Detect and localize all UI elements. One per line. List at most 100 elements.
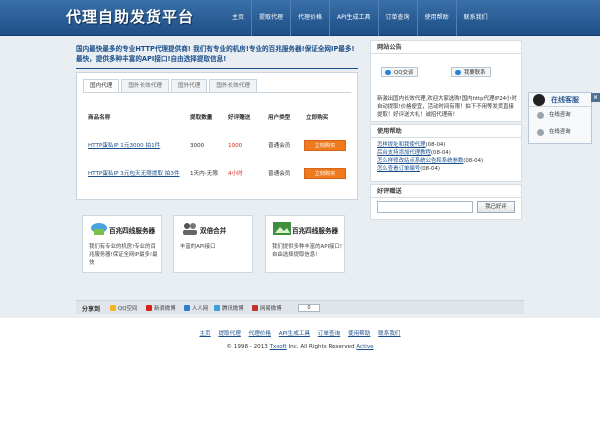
share-netease-weibo[interactable]: 网易微博 <box>252 304 282 312</box>
service-header: 在线客服 × <box>529 93 600 107</box>
service-consult-link[interactable]: 在线咨询 <box>529 124 591 141</box>
col-quantity: 提取数量 <box>190 115 213 121</box>
service-consult-link[interactable]: 在线咨询 <box>529 107 591 124</box>
col-bonus: 好评赠送 <box>228 115 251 121</box>
footer-link-help[interactable]: 使用帮助 <box>348 331 370 337</box>
help-link[interactable]: 怎样提址和我使代理 <box>377 142 426 148</box>
active-link[interactable]: Active <box>356 344 373 350</box>
nav-help[interactable]: 使用帮助 <box>416 0 456 36</box>
feature-desc: 丰富的API接口 <box>180 244 216 250</box>
copyright: © 1998 - 2013 Txsoft Inc. All Rights Res… <box>0 344 600 350</box>
user-type-value: 普通会员 <box>268 171 291 177</box>
feature-desc: 我们有专业的机房!专业的百兆服务器!保证全网IP最多!最快 <box>89 244 158 266</box>
feature-box-merge: 双倍合并 丰富的API接口 <box>173 215 253 273</box>
main-nav: 主页 提取代理 代理价格 API生成工具 订单查询 使用帮助 联系我们 <box>225 0 495 36</box>
service-title: 在线客服 <box>551 96 579 104</box>
review-submit-button[interactable]: 我已好评 <box>477 201 515 213</box>
nav-proxy-price[interactable]: 代理价格 <box>290 0 329 36</box>
image-icon <box>273 222 291 235</box>
nav-get-proxy[interactable]: 提取代理 <box>251 0 290 36</box>
nav-api-tool[interactable]: API生成工具 <box>329 0 378 36</box>
notice-title: 网站公告 <box>371 41 521 54</box>
list-item: 怎样提址和我使代理(08-04) <box>377 141 515 149</box>
site-logo[interactable]: 代理自助发货平台 <box>66 6 194 27</box>
tab-foreign-long-proxy[interactable]: 国外长效代理 <box>121 79 169 93</box>
review-panel: 好评赠送 我已好评 <box>370 184 522 220</box>
help-date: (08-04) <box>425 142 446 148</box>
footer-link-api[interactable]: API生成工具 <box>279 331 310 337</box>
bonus-value: 1000 <box>228 143 243 149</box>
help-link[interactable]: 怎么样修改站点系统公告和系统参数 <box>377 158 463 164</box>
notice-panel: 网站公告 QQ交谈 我要联系 新激出国内长效代理,欢迎大家选购!国内http代理… <box>370 40 522 122</box>
cloud-server-icon <box>91 223 107 235</box>
promo-divider <box>76 68 358 69</box>
share-qzone[interactable]: QQ空间 <box>110 304 137 312</box>
feature-box-server: 百兆四线服务器 我们有专业的机房!专业的百兆服务器!保证全网IP最多!最快 <box>82 215 162 273</box>
buy-now-button[interactable]: 立刻购买 <box>304 140 346 151</box>
company-link[interactable]: Txsoft <box>270 344 287 350</box>
col-buy: 立即购买 <box>306 115 329 121</box>
notice-text: 新激出国内长效代理,欢迎大家选购!国内http代理IP24小时自动提取!价格便宜… <box>377 96 517 118</box>
feature-desc: 我们提供多种丰富的API接口!自由选择提取信息! <box>272 244 342 258</box>
users-icon <box>183 223 197 235</box>
share-bar: 分享到 QQ空间 新浪微博 人人网 腾讯微博 网易微博 0 <box>76 300 524 314</box>
list-item: 后台支持添加代理教程(08-04) <box>377 149 515 157</box>
penguin-icon <box>533 94 545 106</box>
tab-foreign-proxy[interactable]: 国外代理 <box>170 79 208 93</box>
promo-text: 国内最快最多的专业HTTP代理提供商! 我们有专业的机房!专业的百兆服务器!保证… <box>76 45 355 63</box>
product-tab-panel: 国内代理 国外长效代理 国外代理 国外长效代理 <box>76 72 358 200</box>
share-label: 分享到 <box>82 306 101 313</box>
main-content: 国内最快最多的专业HTTP代理提供商! 我们有专业的机房!专业的百兆服务器!保证… <box>76 40 358 202</box>
share-weibo[interactable]: 新浪微博 <box>146 304 176 312</box>
help-date: (08-04) <box>463 158 484 164</box>
help-panel: 使用帮助 怎样提址和我使代理(08-04) 后台支持添加代理教程(08-04) … <box>370 124 522 182</box>
list-item: 怎么查看订单编号(08-04) <box>377 165 515 173</box>
col-user-type: 用户类型 <box>268 115 291 121</box>
footer-link-order[interactable]: 订单查询 <box>318 331 340 337</box>
tab-domestic-proxy[interactable]: 国内代理 <box>83 79 120 93</box>
nav-contact[interactable]: 联系我们 <box>455 0 495 36</box>
feature-title: 百兆四线服务器 <box>109 227 156 235</box>
quantity-value: 3000 <box>190 143 205 149</box>
feature-title: 双倍合并 <box>200 227 227 235</box>
buy-now-button[interactable]: 立刻购买 <box>304 168 346 179</box>
bonus-value: 4小时 <box>228 171 243 177</box>
nav-order-query[interactable]: 订单查询 <box>377 0 417 36</box>
tab-foreign-long-proxy-2[interactable]: 国外长效代理 <box>209 79 257 93</box>
footer-link-get-proxy[interactable]: 提取代理 <box>218 331 240 337</box>
footer-links: 主页 提取代理 代理价格 API生成工具 订单查询 使用帮助 联系我们 <box>0 329 600 337</box>
qq-chat-button[interactable]: QQ交谈 <box>381 67 419 77</box>
close-icon[interactable]: × <box>591 93 600 102</box>
help-title: 使用帮助 <box>371 125 521 138</box>
qq-contact-button[interactable]: 我要联系 <box>451 67 491 77</box>
product-link[interactable]: HTTP蛋私IP 1元3000 拍1件 <box>88 140 160 152</box>
footer-link-price[interactable]: 代理价格 <box>249 331 271 337</box>
feature-box-api: 百兆四线服务器 我们提供多种丰富的API接口!自由选择提取信息! <box>265 215 345 273</box>
review-input[interactable] <box>377 201 473 213</box>
col-product-name: 商品名称 <box>88 115 111 121</box>
footer-link-contact[interactable]: 联系我们 <box>378 331 400 337</box>
footer: 主页 提取代理 代理价格 API生成工具 订单查询 使用帮助 联系我们 © 19… <box>0 318 600 448</box>
copyright-text: Inc. All Rights Reserved <box>288 344 355 350</box>
help-date: (08-04) <box>420 166 441 172</box>
share-renren[interactable]: 人人网 <box>184 304 208 312</box>
share-count: 0 <box>298 304 320 312</box>
user-type-value: 普通会员 <box>268 143 291 149</box>
help-list: 怎样提址和我使代理(08-04) 后台支持添加代理教程(08-04) 怎么样修改… <box>371 138 521 176</box>
feature-title: 百兆四线服务器 <box>292 227 339 235</box>
header: 代理自助发货平台 主页 提取代理 代理价格 API生成工具 订单查询 使用帮助 … <box>0 0 600 36</box>
product-tabs: 国内代理 国外长效代理 国外代理 国外长效代理 <box>83 79 259 93</box>
copyright-prefix: © 1998 - 2013 <box>226 344 268 350</box>
review-title: 好评赠送 <box>371 185 521 198</box>
nav-home[interactable]: 主页 <box>225 0 251 36</box>
product-link[interactable]: HTTP蛋私IP 3元包天无限提取 拍3件 <box>88 168 180 180</box>
list-item: 怎么样修改站点系统公告和系统参数(08-04) <box>377 157 515 165</box>
share-tencent-weibo[interactable]: 腾讯微博 <box>214 304 244 312</box>
help-link[interactable]: 后台支持添加代理教程 <box>377 150 431 156</box>
footer-link-home[interactable]: 主页 <box>199 331 210 337</box>
table-row: HTTP蛋私IP 1元3000 拍1件 3000 1000 普通会员 立刻购买 <box>88 140 350 152</box>
table-row: HTTP蛋私IP 3元包天无限提取 拍3件 1天内-无限 4小时 普通会员 立刻… <box>88 168 350 180</box>
online-service-widget: 在线客服 × 在线咨询 在线咨询 <box>528 92 600 144</box>
help-link[interactable]: 怎么查看订单编号 <box>377 166 420 172</box>
table-header: 商品名称 提取数量 好评赠送 用户类型 立即购买 <box>88 113 350 123</box>
